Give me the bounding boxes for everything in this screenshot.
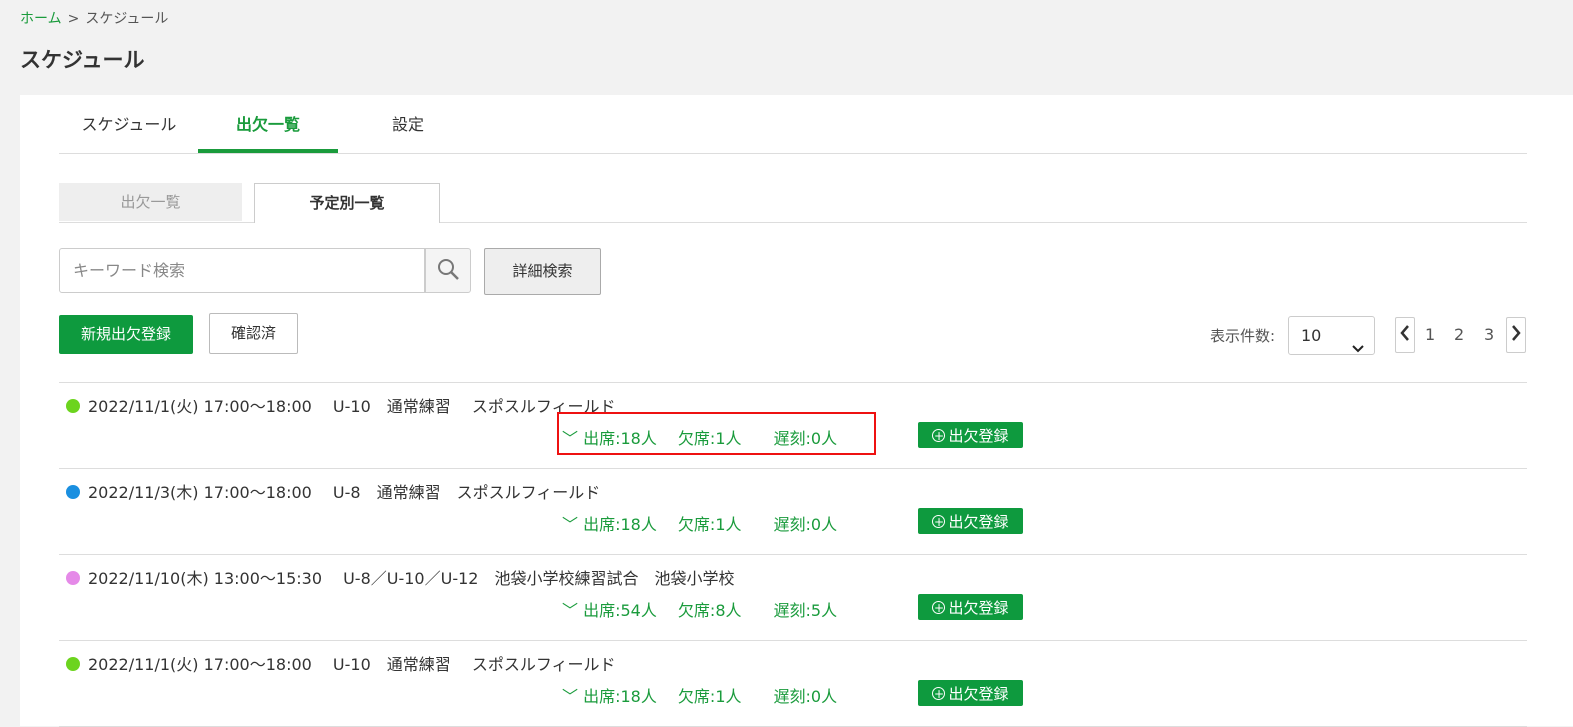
pagination-page-2[interactable]: 2 <box>1454 325 1464 344</box>
attendance-register-button[interactable]: + 出欠登録 <box>918 680 1023 706</box>
breadcrumb-separator: > <box>67 11 80 27</box>
event-info: 2022/11/10(木) 13:00〜15:30 U-8／U-10／U-12 … <box>88 569 735 588</box>
pagination-prev-button[interactable] <box>1395 317 1415 353</box>
pagination-page-1[interactable]: 1 <box>1425 325 1435 344</box>
breadcrumb-home-link[interactable]: ホーム <box>20 11 62 27</box>
search-button[interactable] <box>425 248 471 293</box>
tab-attendance-list[interactable]: 出欠一覧 <box>198 95 338 153</box>
attendance-stats[interactable]: ﹀ 出席:18人 欠席:1人 遅刻:0人 <box>562 511 837 535</box>
list-item: 2022/11/1(火) 17:00〜18:00 U-10 通常練習 スポスルフ… <box>59 383 1527 469</box>
new-attendance-button[interactable]: 新規出欠登録 <box>59 315 193 354</box>
attendance-register-button[interactable]: + 出欠登録 <box>918 508 1023 534</box>
attendance-register-label: 出欠登録 <box>948 684 1009 703</box>
display-count-value: 10 <box>1301 326 1322 345</box>
confirmed-button[interactable]: 確認済 <box>209 313 298 354</box>
pagination-next-button[interactable] <box>1506 317 1526 353</box>
search-icon <box>436 257 460 285</box>
subtab-attendance-list[interactable]: 出欠一覧 <box>59 183 242 221</box>
event-color-dot <box>66 657 80 671</box>
attendance-register-button[interactable]: + 出欠登録 <box>918 422 1023 448</box>
display-count-select[interactable]: 10 <box>1288 316 1375 355</box>
advanced-search-button[interactable]: 詳細検索 <box>484 248 601 295</box>
list-item: 2022/11/3(木) 17:00〜18:00 U-8 通常練習 スポスルフィ… <box>59 469 1527 555</box>
chevron-right-icon <box>1511 325 1521 345</box>
plus-circle-icon: + <box>932 428 946 443</box>
breadcrumb-current: スケジュール <box>85 11 169 27</box>
event-list: 2022/11/1(火) 17:00〜18:00 U-10 通常練習 スポスルフ… <box>59 382 1527 727</box>
display-count-label: 表示件数: <box>1210 327 1276 345</box>
list-item: 2022/11/10(木) 13:00〜15:30 U-8／U-10／U-12 … <box>59 555 1527 641</box>
event-info: 2022/11/3(木) 17:00〜18:00 U-8 通常練習 スポスルフィ… <box>88 483 601 502</box>
chevron-left-icon <box>1400 325 1410 345</box>
breadcrumb: ホーム > スケジュール <box>20 8 168 28</box>
tab-schedule[interactable]: スケジュール <box>59 95 199 151</box>
event-color-dot <box>66 571 80 585</box>
event-color-dot <box>66 399 80 413</box>
event-color-dot <box>66 485 80 499</box>
list-item: 2022/11/1(火) 17:00〜18:00 U-10 通常練習 スポスルフ… <box>59 641 1527 727</box>
plus-circle-icon: + <box>932 686 946 701</box>
attendance-stats[interactable]: ﹀ 出席:18人 欠席:1人 遅刻:0人 <box>562 425 837 449</box>
main-tabs: スケジュール 出欠一覧 設定 <box>59 95 1527 154</box>
attendance-stats[interactable]: ﹀ 出席:18人 欠席:1人 遅刻:0人 <box>562 683 837 707</box>
page-title: スケジュール <box>20 48 145 72</box>
subtab-by-event-list[interactable]: 予定別一覧 <box>254 183 440 223</box>
event-info: 2022/11/1(火) 17:00〜18:00 U-10 通常練習 スポスルフ… <box>88 397 616 416</box>
search-input[interactable] <box>59 248 425 293</box>
sub-tabs: 出欠一覧 予定別一覧 <box>59 183 1527 223</box>
attendance-register-button[interactable]: + 出欠登録 <box>918 594 1023 620</box>
plus-circle-icon: + <box>932 600 946 615</box>
tab-settings[interactable]: 設定 <box>338 95 478 151</box>
event-info: 2022/11/1(火) 17:00〜18:00 U-10 通常練習 スポスルフ… <box>88 655 616 674</box>
chevron-down-icon <box>1352 330 1364 367</box>
plus-circle-icon: + <box>932 514 946 529</box>
attendance-register-label: 出欠登録 <box>948 512 1009 531</box>
attendance-register-label: 出欠登録 <box>948 426 1009 445</box>
content-panel: スケジュール 出欠一覧 設定 出欠一覧 予定別一覧 詳細検索 新規出欠登録 確認… <box>20 95 1573 727</box>
pagination-page-3[interactable]: 3 <box>1484 325 1494 344</box>
attendance-register-label: 出欠登録 <box>948 598 1009 617</box>
attendance-stats[interactable]: ﹀ 出席:54人 欠席:8人 遅刻:5人 <box>562 597 837 621</box>
